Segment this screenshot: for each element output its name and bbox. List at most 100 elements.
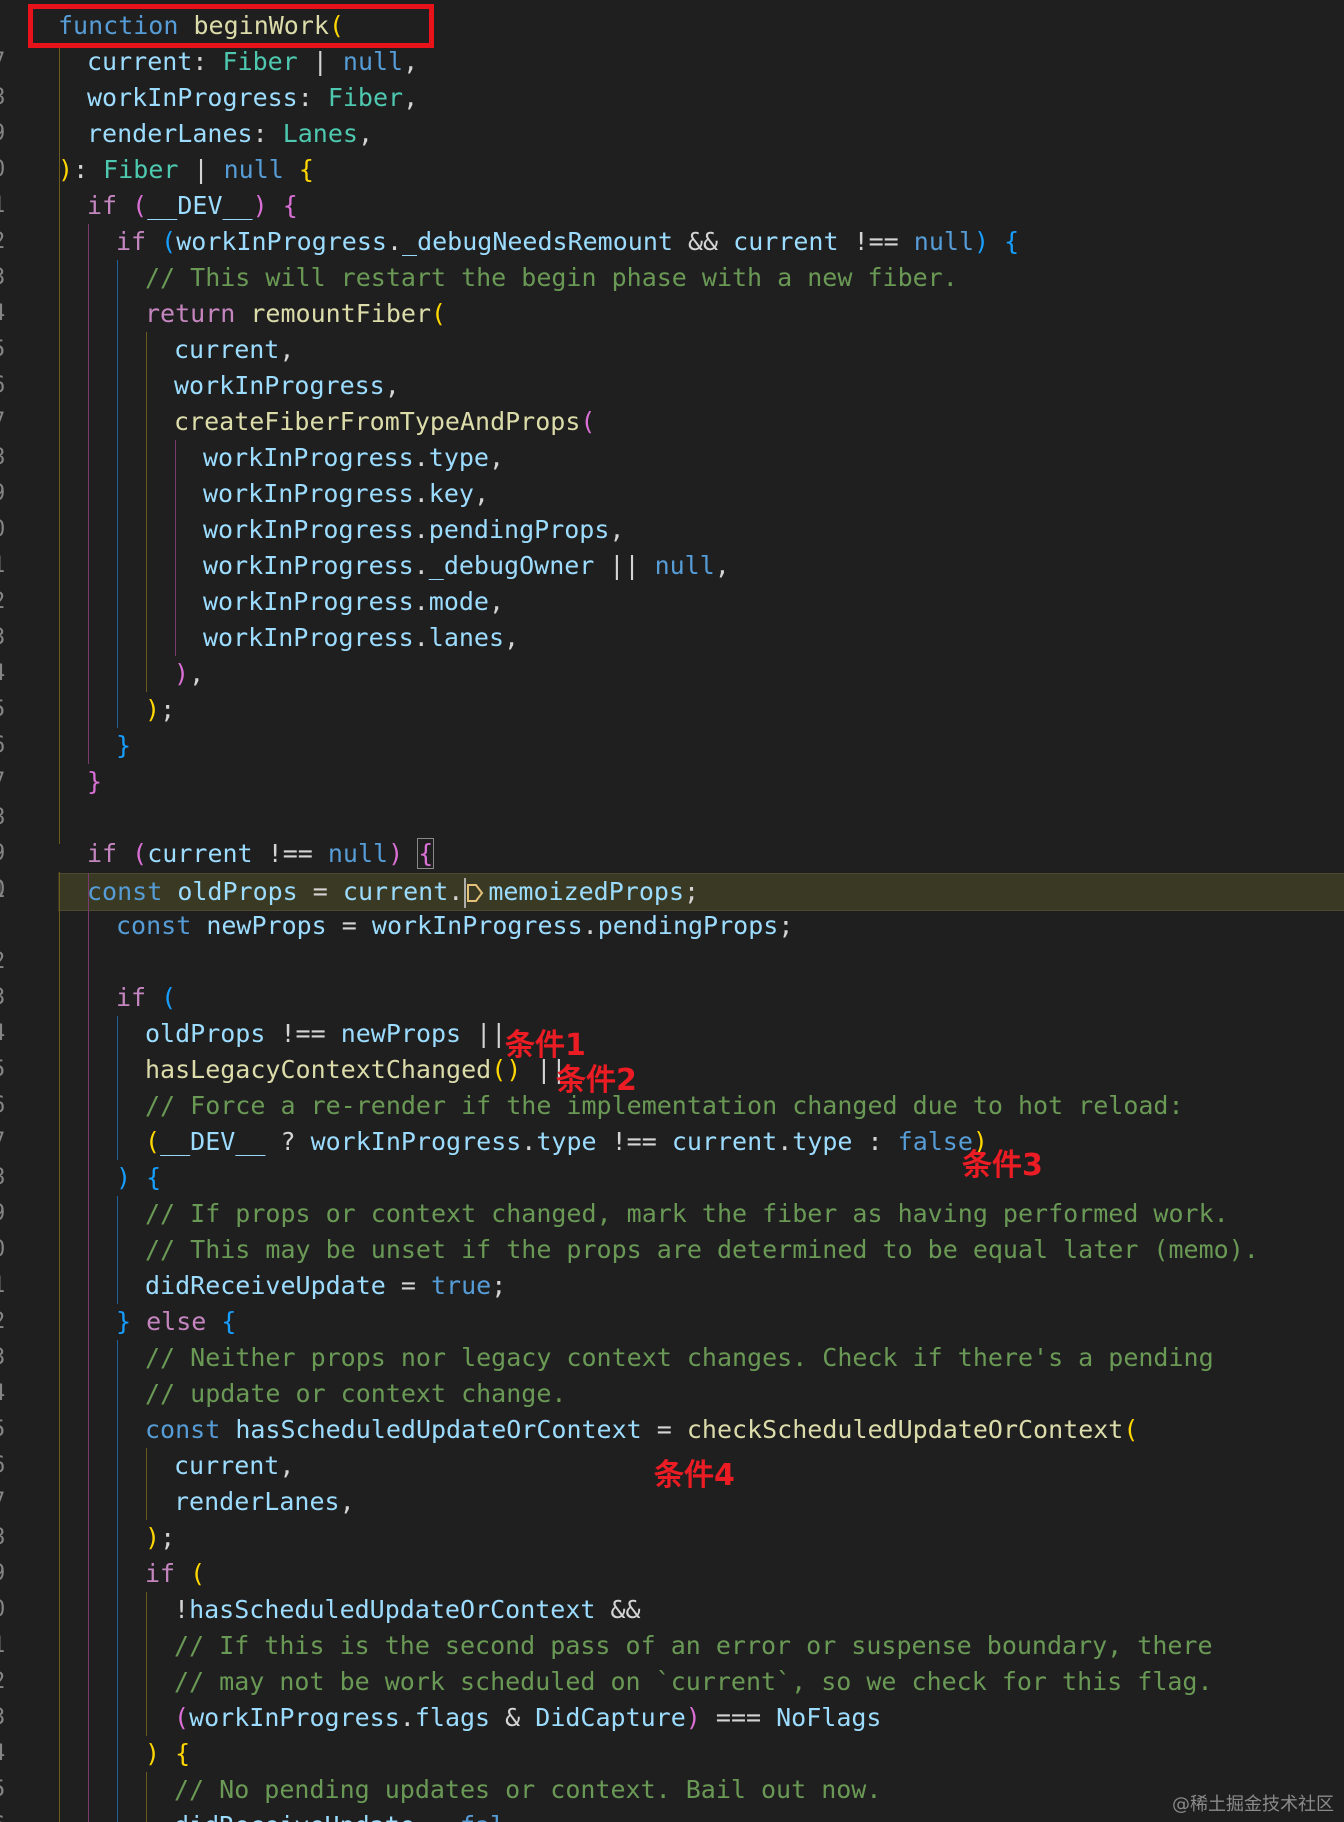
watermark: @稀土掘金技术社区: [1172, 1794, 1334, 1815]
code-line[interactable]: 1 workInProgress.pendingProps,: [0, 512, 1344, 578]
punct: ,: [489, 443, 505, 472]
condition-4-label: 条件4: [654, 1458, 735, 1493]
code-line[interactable]: 5 ),: [0, 656, 1344, 722]
code-line[interactable]: 4 workInProgress.lanes,: [0, 620, 1344, 686]
keyword: const: [87, 877, 163, 906]
code-line[interactable]: 4 // This will restart the begin phase w…: [0, 260, 1344, 326]
code-line[interactable]: 9: [0, 800, 1344, 866]
operator: !==: [596, 1127, 672, 1156]
code-line[interactable]: 7 }: [0, 728, 1344, 794]
identifier: oldProps: [145, 1019, 266, 1048]
property: lanes: [428, 623, 505, 652]
code-line[interactable]: 3 workInProgress.mode,: [0, 584, 1344, 650]
code-line[interactable]: 3: [0, 944, 1344, 1010]
code-line[interactable]: 8 }: [0, 764, 1344, 830]
code-line[interactable]: 5 ) {: [0, 1736, 1344, 1802]
punct: ,: [609, 515, 625, 544]
operator: !==: [252, 839, 328, 868]
type-name: Lanes: [282, 119, 358, 148]
punct: ;: [160, 1523, 176, 1552]
function-name: hasLegacyContextChanged: [145, 1055, 492, 1084]
indent-guide: [59, 872, 60, 1822]
operator: :: [852, 1127, 898, 1156]
code-line[interactable]: 8 current: Fiber | null,: [0, 44, 1344, 110]
bracket: ): [685, 1703, 701, 1732]
code-line[interactable]: 7 workInProgress,: [0, 368, 1344, 434]
code-line[interactable]: 9 ) {: [0, 1160, 1344, 1226]
identifier: DidCapture: [535, 1703, 686, 1732]
punct: ,: [279, 1451, 295, 1480]
code-editor[interactable]: 7 function beginWork( 8 current: Fiber |…: [0, 0, 1344, 1822]
operator: =: [326, 911, 372, 940]
code-line[interactable]: 5 oldProps !== newProps ||: [0, 1016, 1344, 1082]
code-line[interactable]: 3 if (workInProgress._debugNeedsRemount …: [0, 224, 1344, 290]
code-line[interactable]: 5 return remountFiber(: [0, 296, 1344, 362]
code-line[interactable]: 1 !hasScheduledUpdateOrContext &&: [0, 1592, 1344, 1658]
code-line[interactable]: 7 didReceiveUpdate = fal: [0, 1808, 1344, 1822]
punct: ;: [491, 1271, 507, 1300]
code-line[interactable]: 1 // This may be unset if the props are …: [0, 1232, 1344, 1298]
operator: ?: [265, 1127, 311, 1156]
punct: .: [413, 587, 429, 616]
operator: =: [385, 1271, 431, 1300]
operator: !: [174, 1595, 190, 1624]
keyword: const: [145, 1415, 221, 1444]
param-name: workInProgress: [87, 83, 298, 112]
code-line[interactable]: 0 // If props or context changed, mark t…: [0, 1196, 1344, 1262]
code-line[interactable]: 8 createFiberFromTypeAndProps(: [0, 404, 1344, 470]
code-line[interactable]: 2 const newProps = workInProgress.pendin…: [0, 908, 1344, 974]
bracket: ): [145, 695, 161, 724]
operator: =: [415, 1811, 460, 1822]
code-line[interactable]: 6 // No pending updates or context. Bail…: [0, 1772, 1344, 1822]
code-line[interactable]: 0 workInProgress.key,: [0, 476, 1344, 542]
indent-guide: [146, 332, 147, 692]
keyword: return: [145, 299, 236, 328]
code-line[interactable]: 3 // may not be work scheduled on `curre…: [0, 1664, 1344, 1730]
property: memoizedProps: [488, 877, 684, 906]
identifier: __DEV__: [160, 1127, 266, 1156]
punct: .: [413, 623, 429, 652]
code-line[interactable]: 4 (workInProgress.flags & DidCapture) ==…: [0, 1700, 1344, 1766]
code-line[interactable]: 6 );: [0, 692, 1344, 758]
comment: // If this is the second pass of an erro…: [174, 1631, 1213, 1660]
punct: .: [413, 479, 429, 508]
comment: // No pending updates or context. Bail o…: [174, 1775, 882, 1804]
code-line[interactable]: 9 );: [0, 1520, 1344, 1586]
code-line[interactable]: 5 // update or context change.: [0, 1376, 1344, 1442]
code-line[interactable]: 2 // If this is the second pass of an er…: [0, 1628, 1344, 1694]
code-line[interactable]: 9 workInProgress: Fiber,: [0, 80, 1344, 146]
code-line[interactable]: 0 if (current !== null) {: [0, 836, 1344, 902]
property: flags: [414, 1703, 491, 1732]
code-line[interactable]: 7 // Force a re-render if the implementa…: [0, 1088, 1344, 1154]
code-line[interactable]: 6 const hasScheduledUpdateOrContext = ch…: [0, 1412, 1344, 1478]
code-line[interactable]: 2 workInProgress._debugOwner || null,: [0, 548, 1344, 614]
identifier: didReceiveUpdate: [145, 1271, 386, 1300]
code-line[interactable]: 9 workInProgress.type,: [0, 440, 1344, 506]
code-line[interactable]: 6 hasLegacyContextChanged() ||: [0, 1052, 1344, 1118]
bracket: {: [1004, 227, 1020, 256]
code-line[interactable]: 2 if (__DEV__) {: [0, 188, 1344, 254]
punct: .: [399, 1703, 415, 1732]
identifier: workInProgress: [176, 227, 387, 256]
operator: &&: [595, 1595, 641, 1624]
bracket: (: [190, 1559, 206, 1588]
code-line[interactable]: 3 } else {: [0, 1304, 1344, 1370]
comment: // If props or context changed, mark the…: [145, 1199, 1229, 1228]
code-line[interactable]: 4 // Neither props nor legacy context ch…: [0, 1340, 1344, 1406]
code-line[interactable]: 6 current,: [0, 332, 1344, 398]
code-line[interactable]: 0 if (: [0, 1556, 1344, 1622]
bracket: {: [417, 838, 435, 869]
code-line[interactable]: 2 didReceiveUpdate = true;: [0, 1268, 1344, 1334]
code-line[interactable]: 4 if (: [0, 980, 1344, 1046]
comment: // This will restart the begin phase wit…: [145, 263, 958, 292]
code-lens-icon[interactable]: [466, 882, 484, 904]
indent-guide: [59, 44, 60, 844]
operator: &: [490, 1703, 536, 1732]
code-line[interactable]: 0 renderLanes: Lanes,: [0, 116, 1344, 182]
code-line[interactable]: 1 ): Fiber | null {: [0, 152, 1344, 218]
bracket: ): [145, 1739, 161, 1768]
current-line-highlight[interactable]: const oldProps = current. memoizedProps;: [58, 873, 1344, 911]
keyword: if: [145, 1559, 176, 1588]
code-line[interactable]: 8 (__DEV__ ? workInProgress.type !== cur…: [0, 1124, 1344, 1190]
punct: ,: [504, 623, 520, 652]
